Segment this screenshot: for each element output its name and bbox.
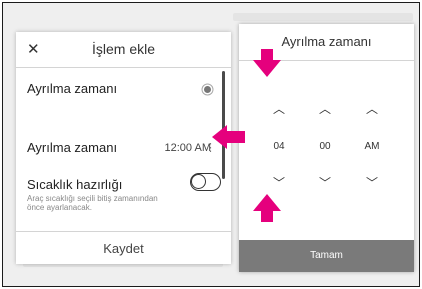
ampm-value[interactable]: AM (352, 141, 392, 152)
picker-title: Ayrılma zamanı (281, 34, 372, 49)
departure-time-row-label: Ayrılma zamanı (27, 140, 118, 155)
dialog-title: İşlem ekle (91, 41, 156, 57)
radio-selected-icon[interactable] (204, 86, 211, 93)
temperature-prep-toggle[interactable] (190, 173, 221, 191)
toggle-knob (191, 174, 206, 189)
ampm-down-chevron-icon[interactable]: ﹀ (357, 174, 387, 191)
add-action-dialog: ✕ İşlem ekle Ayrılma zamanı Ayrılma zama… (16, 32, 231, 264)
minute-down-chevron-icon[interactable]: ﹀ (310, 174, 340, 191)
background-panel (233, 13, 413, 21)
temperature-prep-label: Sıcaklık hazırlığı (27, 177, 123, 192)
departure-time-label: Ayrılma zamanı (27, 81, 118, 96)
ampm-up-chevron-icon[interactable]: ︿ (357, 100, 387, 117)
hour-up-chevron-icon[interactable]: ︿ (264, 100, 294, 117)
minute-value[interactable]: 00 (305, 141, 345, 152)
hour-value[interactable]: 04 (259, 141, 299, 152)
ok-button[interactable]: Tamam (239, 240, 414, 272)
save-button[interactable]: Kaydet (16, 231, 231, 265)
hour-down-chevron-icon[interactable]: ﹀ (264, 174, 294, 191)
down-arrow-highlight-icon (253, 49, 281, 77)
left-arrow-highlight-icon (212, 125, 245, 149)
up-arrow-highlight-icon (253, 194, 281, 222)
minute-up-chevron-icon[interactable]: ︿ (310, 100, 340, 117)
screen: ✕ İşlem ekle Ayrılma zamanı Ayrılma zama… (2, 2, 420, 287)
temperature-prep-description: Araç sıcaklığı seçili bitiş zamanından ö… (27, 194, 158, 212)
dialog-header: ✕ İşlem ekle (16, 32, 231, 68)
